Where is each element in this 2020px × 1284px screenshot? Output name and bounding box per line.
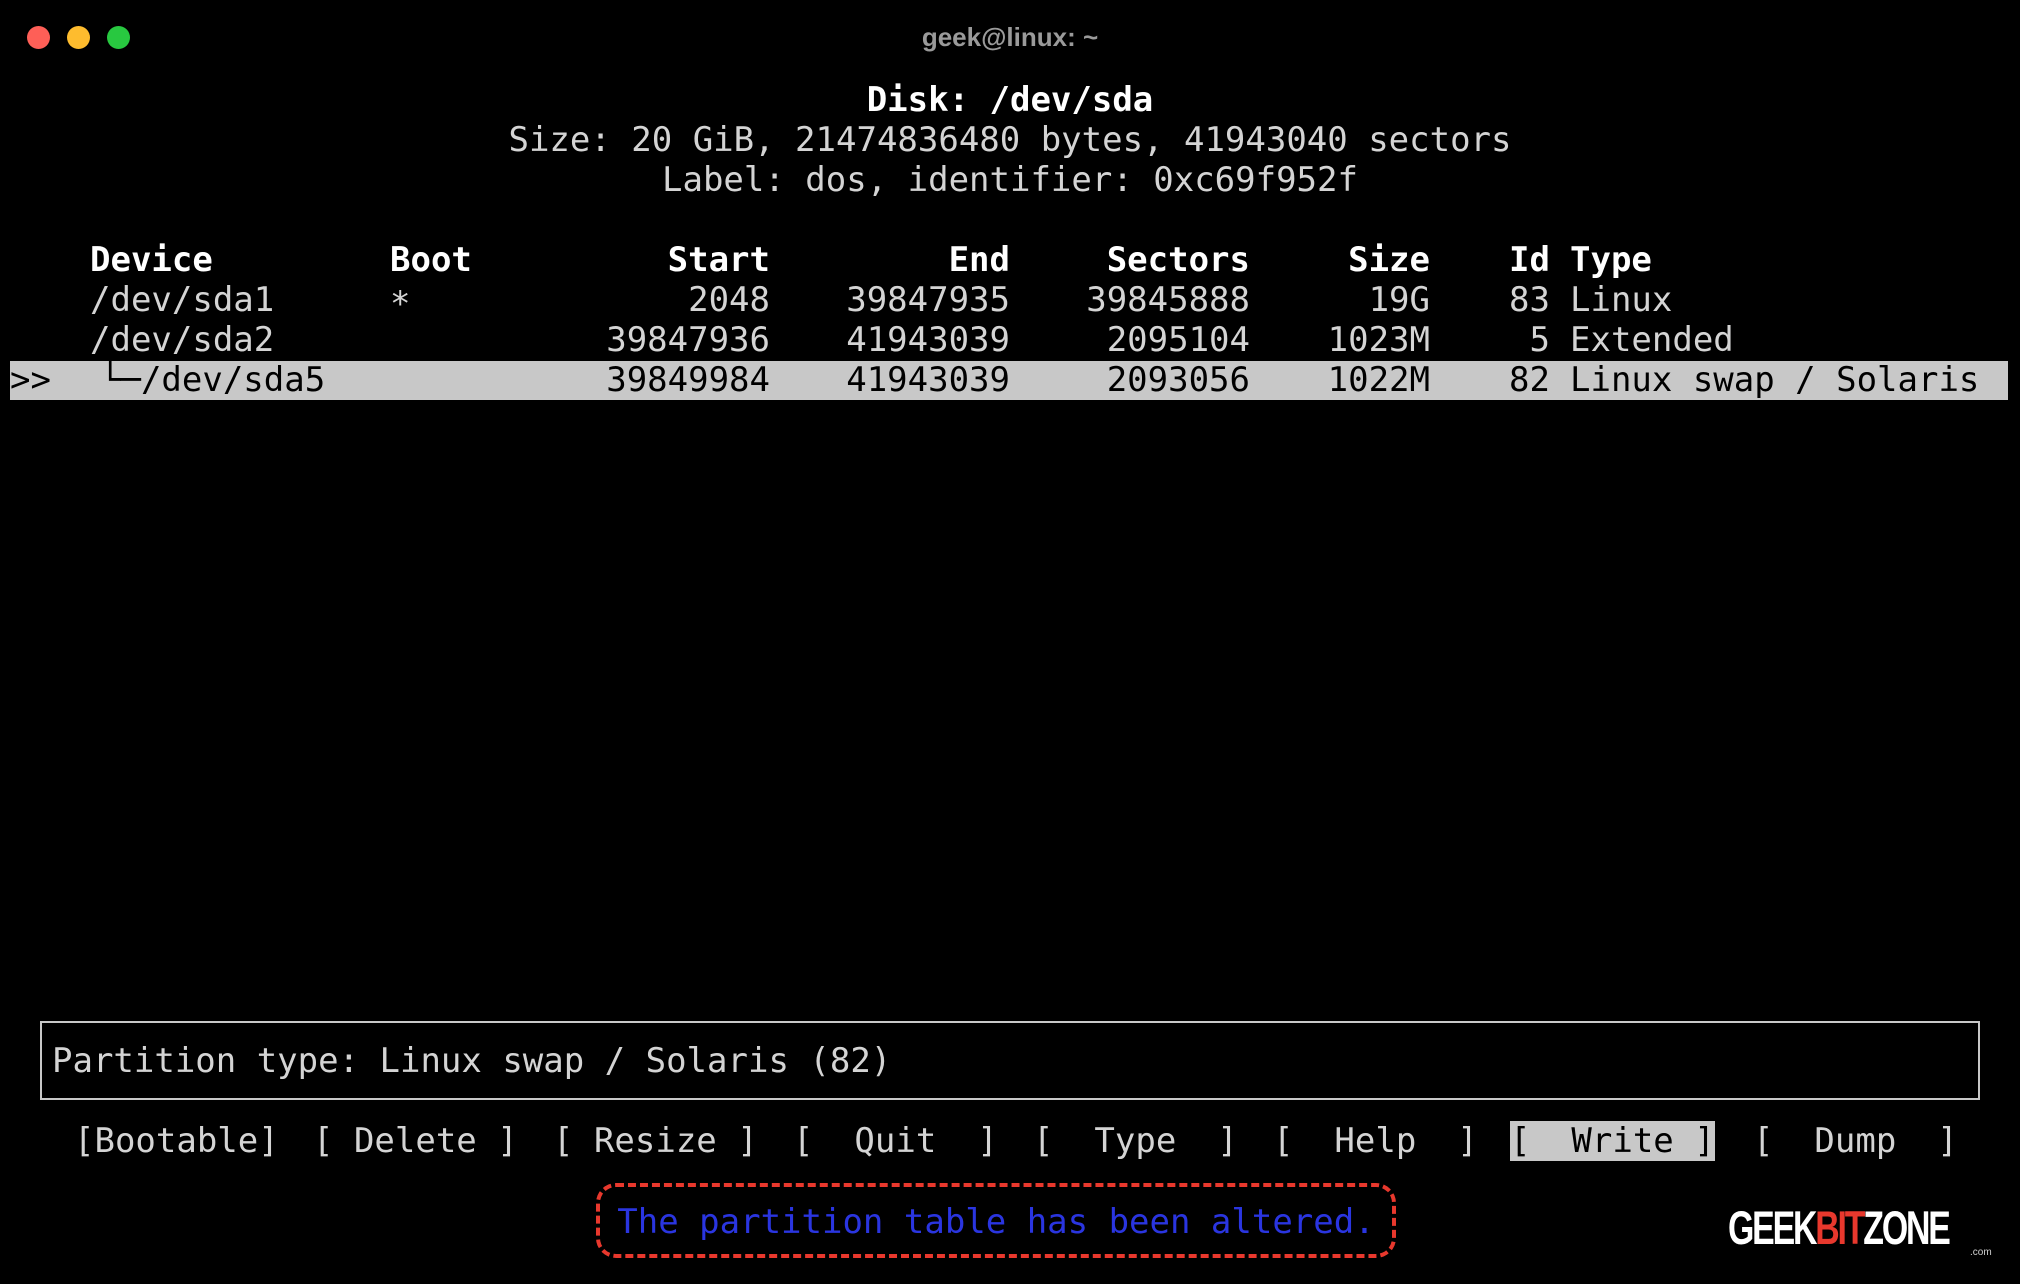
row-size: 1022M	[1327, 360, 1430, 400]
row-end: 41943039	[846, 360, 1010, 400]
resize-button[interactable]: [ Resize ]	[553, 1121, 758, 1161]
disk-label-line: Label: dos, identifier: 0xc69f952f	[662, 160, 1358, 200]
partition-info-text: Partition type: Linux swap / Solaris (82…	[52, 1041, 892, 1081]
header-device: Device	[90, 240, 213, 280]
window-title: geek@linux: ~	[921, 22, 1099, 52]
row-id: 83	[1509, 280, 1550, 320]
row-start: 2048	[688, 280, 770, 320]
row-device: /dev/sda2	[90, 320, 275, 360]
write-button[interactable]: [ Write ]	[1510, 1121, 1715, 1161]
header-end: End	[948, 240, 1010, 280]
row-boot-flag: *	[390, 284, 411, 324]
bootable-button[interactable]: [Bootable]	[74, 1121, 279, 1161]
window-titlebar: geek@linux: ~	[0, 0, 2020, 75]
row-end: 39847935	[846, 280, 1010, 320]
row-start: 39847936	[606, 320, 770, 360]
header-size: Size	[1348, 240, 1430, 280]
header-boot: Boot	[390, 240, 472, 280]
row-sectors: 39845888	[1086, 280, 1250, 320]
disk-size-line: Size: 20 GiB, 21474836480 bytes, 4194304…	[508, 120, 1512, 160]
header-sectors: Sectors	[1106, 240, 1250, 280]
row-start: 39849984	[606, 360, 770, 400]
type-button[interactable]: [ Type ]	[1033, 1121, 1238, 1161]
header-start: Start	[667, 240, 770, 280]
geekbitzone-logo: GEEKBITZONE	[1728, 1201, 1951, 1254]
row-id: 5	[1529, 320, 1550, 360]
delete-button[interactable]: [ Delete ]	[313, 1121, 518, 1161]
row-sectors: 2093056	[1106, 360, 1250, 400]
row-size: 19G	[1368, 280, 1430, 320]
row-id: 82	[1509, 360, 1550, 400]
partition-info-box: Partition type: Linux swap / Solaris (82…	[40, 1021, 1980, 1100]
row-device: └─/dev/sda5	[100, 360, 326, 400]
status-annotation: The partition table has been altered.	[596, 1183, 1396, 1258]
help-button[interactable]: [ Help ]	[1273, 1121, 1478, 1161]
dump-button[interactable]: [ Dump ]	[1753, 1121, 1958, 1161]
row-selection-marker: >>	[10, 360, 51, 400]
logo-suffix: .com	[1970, 1247, 1992, 1258]
row-type: Linux	[1570, 280, 1673, 320]
disk-title: Disk: /dev/sda	[866, 80, 1154, 120]
row-end: 41943039	[846, 320, 1010, 360]
row-type: Linux swap / Solaris	[1570, 360, 1980, 400]
quit-button[interactable]: [ Quit ]	[793, 1121, 998, 1161]
status-message: The partition table has been altered.	[617, 1202, 1375, 1242]
row-device: /dev/sda1	[90, 280, 275, 320]
header-id: Id	[1509, 240, 1550, 280]
row-type: Extended	[1570, 320, 1734, 360]
row-size: 1023M	[1327, 320, 1430, 360]
header-type: Type	[1570, 240, 1652, 280]
row-sectors: 2095104	[1106, 320, 1250, 360]
